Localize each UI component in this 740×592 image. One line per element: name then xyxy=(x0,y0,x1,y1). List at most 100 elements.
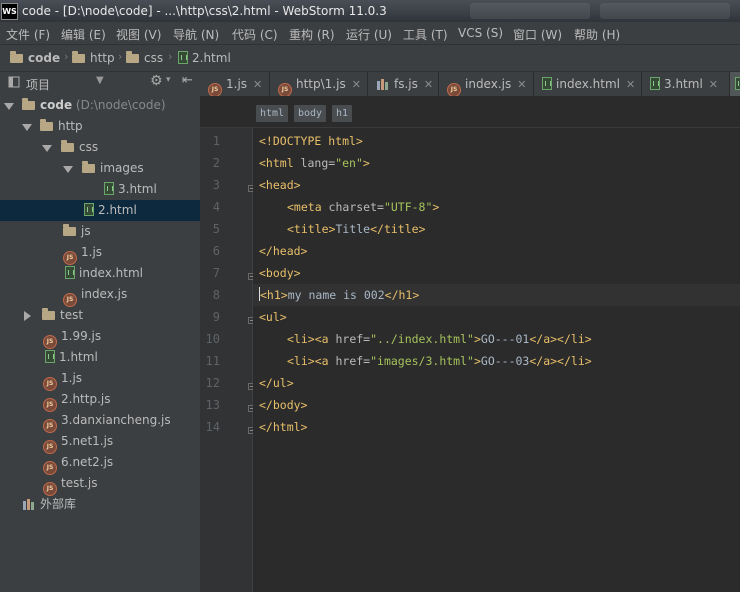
tab-index-js[interactable]: JS index.js ✕ xyxy=(439,72,534,96)
breadcrumb-css[interactable]: css xyxy=(126,51,163,65)
tree-item-external-libraries[interactable]: 外部库 xyxy=(0,494,200,515)
breadcrumb-file[interactable]: 2.html xyxy=(178,51,231,65)
menu-code[interactable]: 代码 (C) xyxy=(232,26,278,43)
tag-crumb-h1[interactable]: h1 xyxy=(332,105,353,122)
expand-arrow-icon[interactable] xyxy=(42,145,52,152)
tree-item-1-99-js[interactable]: JS 1.99.js xyxy=(0,326,200,349)
tab-fs-js[interactable]: fs.js ✕ xyxy=(368,72,439,96)
tab-1-js[interactable]: JS 1.js ✕ xyxy=(200,72,270,96)
menu-help[interactable]: 帮助 (H) xyxy=(574,26,620,43)
menu-tools[interactable]: 工具 (T) xyxy=(403,26,448,43)
background-window-tab[interactable] xyxy=(470,3,590,19)
expand-arrow-icon[interactable] xyxy=(4,103,14,110)
background-window-tab[interactable] xyxy=(600,3,730,19)
project-view-selector[interactable]: 项目 xyxy=(26,76,50,93)
menu-vcs[interactable]: VCS (S) xyxy=(458,26,503,40)
close-icon[interactable]: ✕ xyxy=(424,78,433,91)
tab-http-1-js[interactable]: JS http\1.js ✕ xyxy=(270,72,368,96)
code-line[interactable]: <!DOCTYPE html> xyxy=(253,130,740,152)
tree-item-1-html[interactable]: 1.html xyxy=(0,347,200,368)
tab-2-html-active[interactable] xyxy=(730,72,740,96)
menu-refactor[interactable]: 重构 (R) xyxy=(289,26,335,43)
code-line[interactable]: <li><a href="images/3.html">GO---03</a><… xyxy=(253,350,740,372)
menu-window[interactable]: 窗口 (W) xyxy=(513,26,562,43)
tab-label: 1.js xyxy=(226,77,248,91)
tree-item-2-http-js[interactable]: JS 2.http.js xyxy=(0,389,200,412)
tree-item-2-html[interactable]: 2.html xyxy=(0,200,200,221)
tree-item-6-net2-js[interactable]: JS 6.net2.js xyxy=(0,452,200,475)
breadcrumb-label: css xyxy=(144,51,164,65)
folder-icon xyxy=(22,98,35,110)
code-line[interactable]: <meta charset="UTF-8"> xyxy=(253,196,740,218)
hide-panel-icon[interactable]: ⇤ xyxy=(182,73,193,88)
expand-arrow-icon[interactable] xyxy=(63,166,73,173)
tree-item-js-folder[interactable]: js xyxy=(0,221,200,242)
code-line[interactable]: <li><a href="../index.html">GO---01</a><… xyxy=(253,328,740,350)
tree-item-code[interactable]: code (D:\node\code) xyxy=(0,95,200,116)
code-line[interactable]: </head> xyxy=(253,240,740,262)
menu-file[interactable]: 文件 (F) xyxy=(6,26,50,43)
code-token: href= xyxy=(335,332,371,346)
tree-item-1-js[interactable]: JS 1.js xyxy=(0,242,200,265)
code-token: <li><a xyxy=(287,354,336,368)
tree-item-3-danxiancheng-js[interactable]: JS 3.danxiancheng.js xyxy=(0,410,200,433)
menu-bar: 文件 (F) 编辑 (E) 视图 (V) 导航 (N) 代码 (C) 重构 (R… xyxy=(0,22,740,45)
code-line[interactable]: <ul> xyxy=(253,306,740,328)
code-line[interactable]: </html> xyxy=(253,416,740,438)
breadcrumb-code[interactable]: code xyxy=(10,51,60,65)
tree-item-test[interactable]: test xyxy=(0,305,200,326)
settings-dropdown-icon[interactable]: ▾ xyxy=(166,75,171,85)
javascript-file-icon: JS xyxy=(208,83,222,96)
code-token: href= xyxy=(335,354,371,368)
code-token: <head> xyxy=(259,178,301,192)
menu-navigate[interactable]: 导航 (N) xyxy=(173,26,219,43)
tree-label: 2.html xyxy=(98,203,137,217)
code-line[interactable]: </ul> xyxy=(253,372,740,394)
code-editor[interactable]: <!DOCTYPE html> <html lang="en"> <head> <me… xyxy=(253,128,740,592)
tree-label: js xyxy=(81,224,91,238)
breadcrumb-separator-icon: › xyxy=(64,50,69,63)
tree-item-images[interactable]: images xyxy=(0,158,200,179)
code-line[interactable]: <body> xyxy=(253,262,740,284)
collapse-arrow-icon[interactable] xyxy=(24,311,31,321)
close-icon[interactable]: ✕ xyxy=(626,78,635,91)
menu-edit[interactable]: 编辑 (E) xyxy=(61,26,106,43)
code-line[interactable]: <head> xyxy=(253,174,740,196)
tree-item-1-js-root[interactable]: JS 1.js xyxy=(0,368,200,391)
code-line[interactable]: <html lang="en"> xyxy=(253,152,740,174)
tree-label: index.js xyxy=(81,287,128,301)
breadcrumb-http[interactable]: http xyxy=(72,51,115,65)
tree-item-http[interactable]: http xyxy=(0,116,200,137)
code-line[interactable]: </body> xyxy=(253,394,740,416)
close-icon[interactable]: ✕ xyxy=(517,78,526,91)
dropdown-arrow-icon[interactable]: ▼ xyxy=(96,75,104,86)
close-icon[interactable]: ✕ xyxy=(709,78,718,91)
code-text: <head> xyxy=(259,174,301,196)
code-token: Title xyxy=(335,222,371,236)
menu-run[interactable]: 运行 (U) xyxy=(346,26,392,43)
close-icon[interactable]: ✕ xyxy=(253,78,262,91)
gear-icon[interactable]: ⚙ xyxy=(150,73,163,89)
close-icon[interactable]: ✕ xyxy=(352,78,361,91)
code-token: lang= xyxy=(300,156,336,170)
code-line[interactable]: <h1>my name is 002</h1> xyxy=(253,284,740,306)
line-number-gutter[interactable]: 1 2 3 4 5 6 7 8 9 10 11 12 13 14 xyxy=(200,128,255,592)
tag-crumb-body[interactable]: body xyxy=(294,105,327,122)
code-line[interactable]: <title>Title</title> xyxy=(253,218,740,240)
expand-arrow-icon[interactable] xyxy=(22,124,32,131)
tag-crumb-html[interactable]: html xyxy=(256,105,289,122)
tab-index-html[interactable]: index.html ✕ xyxy=(534,72,642,96)
tree-item-css[interactable]: css xyxy=(0,137,200,158)
code-text: <ul> xyxy=(259,306,287,328)
tree-item-index-html[interactable]: index.html xyxy=(0,263,200,284)
tree-item-3-html[interactable]: 3.html xyxy=(0,179,200,200)
tab-3-html[interactable]: 3.html ✕ xyxy=(642,72,730,96)
tree-item-5-net1-js[interactable]: JS 5.net1.js xyxy=(0,431,200,454)
code-token: charset= xyxy=(328,200,384,214)
tree-item-test-js[interactable]: JS test.js xyxy=(0,473,200,496)
tree-label: index.html xyxy=(79,266,143,280)
navigation-bar: code › http › css › 2.html xyxy=(0,45,740,72)
tree-label: 2.http.js xyxy=(61,392,111,406)
tree-item-index-js[interactable]: JS index.js xyxy=(0,284,200,307)
menu-view[interactable]: 视图 (V) xyxy=(116,26,161,43)
